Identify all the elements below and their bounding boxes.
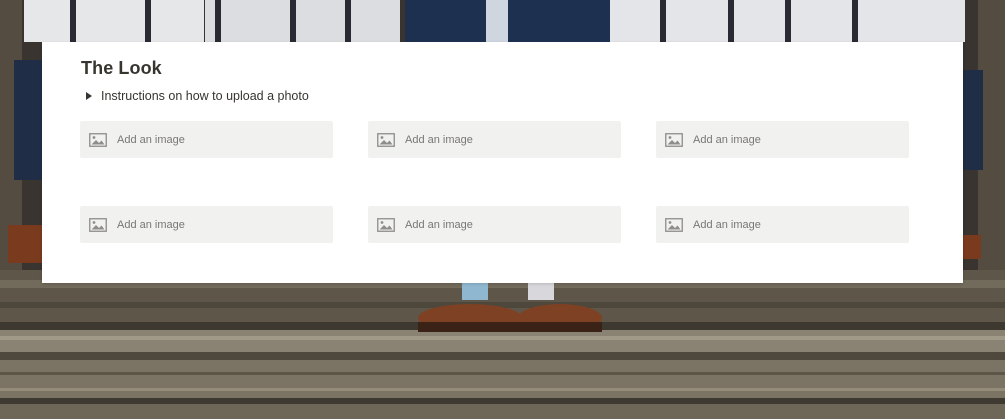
image-placeholder-label: Add an image <box>405 218 473 231</box>
image-placeholder-2[interactable]: Add an image <box>368 121 621 158</box>
image-icon <box>377 217 395 232</box>
image-icon <box>665 217 683 232</box>
image-placeholder-label: Add an image <box>405 133 473 146</box>
image-placeholder-4[interactable]: Add an image <box>80 206 333 243</box>
content-card: The Look Instructions on how to upload a… <box>42 42 963 283</box>
image-icon <box>89 132 107 147</box>
instructions-toggle-label: Instructions on how to upload a photo <box>101 89 309 103</box>
instructions-toggle[interactable]: Instructions on how to upload a photo <box>86 89 309 103</box>
image-placeholder-label: Add an image <box>693 133 761 146</box>
image-placeholder-label: Add an image <box>693 218 761 231</box>
image-icon <box>377 132 395 147</box>
image-placeholder-label: Add an image <box>117 218 185 231</box>
image-placeholder-label: Add an image <box>117 133 185 146</box>
image-icon <box>89 217 107 232</box>
page-title: The Look <box>81 58 162 78</box>
image-placeholder-3[interactable]: Add an image <box>656 121 909 158</box>
image-placeholder-6[interactable]: Add an image <box>656 206 909 243</box>
image-placeholder-5[interactable]: Add an image <box>368 206 621 243</box>
image-icon <box>665 132 683 147</box>
image-placeholder-1[interactable]: Add an image <box>80 121 333 158</box>
toggle-triangle-icon[interactable] <box>86 92 92 100</box>
